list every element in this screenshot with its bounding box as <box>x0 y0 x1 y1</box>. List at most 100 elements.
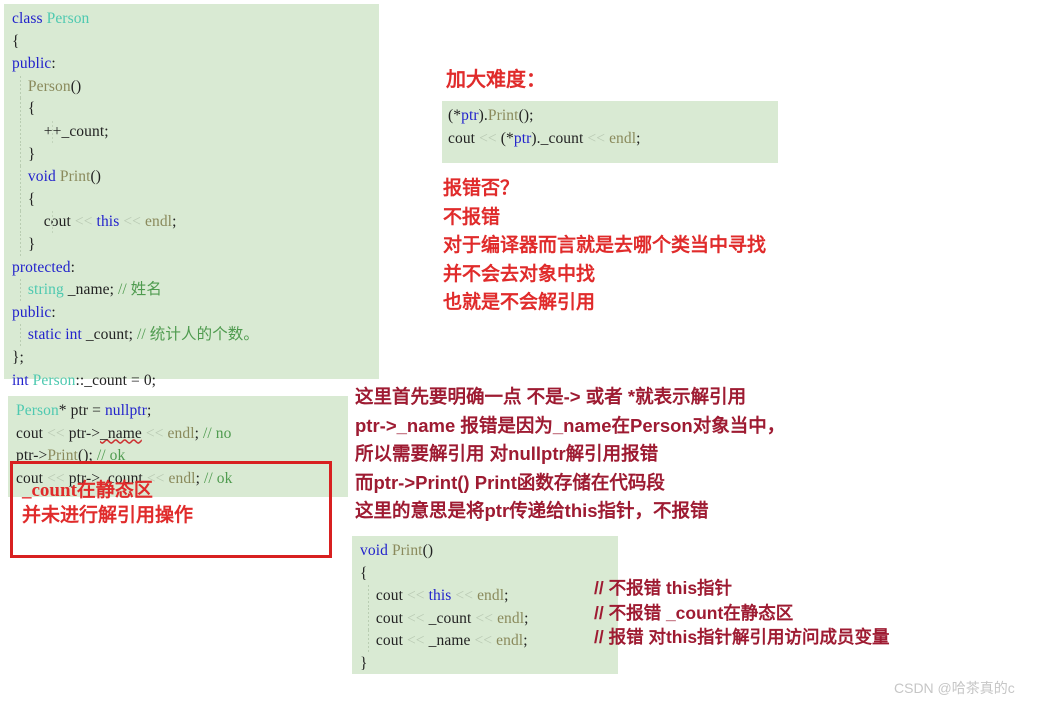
code-token: _name <box>428 632 475 650</box>
code-token: ::_count = 0; <box>75 371 157 389</box>
code-token: { <box>360 564 368 582</box>
code-line: void Print() <box>360 540 618 563</box>
code-token: // no <box>203 424 232 442</box>
code-token: } <box>360 654 368 672</box>
code-token: << <box>406 609 429 627</box>
code-token: endl <box>144 213 173 231</box>
compiler-question-notes: 报错否？ 不报错 对于编译器而言就是去哪个类当中寻找 并不会去对象中找 也就是不会解引用 <box>443 175 766 318</box>
harder-difficulty-title: 加大难度： <box>446 69 546 91</box>
code-token: ; <box>504 587 509 605</box>
code-line: protected: <box>12 257 379 280</box>
code-token: (); <box>518 107 534 124</box>
code-token: << <box>406 632 429 650</box>
code-token: _count <box>428 609 476 627</box>
code-token: this <box>428 587 452 605</box>
code-line: public: <box>12 53 379 76</box>
code-token: ; <box>172 213 177 231</box>
code-token: << <box>479 129 501 147</box>
annotation-line: 不报错 <box>443 206 501 228</box>
code-token: cout <box>360 632 407 650</box>
annotation-line: 并未进行解引用操作 <box>22 505 194 526</box>
code-line: { <box>12 98 379 121</box>
code-token: Print <box>59 168 91 186</box>
code-line: public: <box>12 302 379 325</box>
code-token: Person <box>32 371 76 389</box>
code-line: (*ptr).Print(); <box>448 105 778 128</box>
code-line: } <box>360 653 618 676</box>
code-line: ++_count; <box>12 120 379 144</box>
code-token: ptr-> <box>68 424 101 442</box>
code-token: Person <box>27 77 71 95</box>
annotation-line: _count在静态区 <box>22 480 153 501</box>
screenshot-canvas: class Person{public: Person() { ++_count… <box>0 0 1059 705</box>
code-token: ; <box>636 129 641 147</box>
annotation-line: // 不报错 _count在静态区 <box>594 602 794 623</box>
code-line: cout << ptr->_name << endl; // no <box>16 423 348 446</box>
code-token: ++_count; <box>12 122 109 140</box>
code-token: << <box>47 424 69 442</box>
code-token: endl <box>609 129 637 147</box>
code-token: endl <box>167 424 195 442</box>
code-token: Person <box>46 10 90 27</box>
code-line: { <box>360 563 618 586</box>
code-token: << <box>451 587 478 605</box>
code-token: ). <box>478 107 488 124</box>
code-token: // 姓名 <box>118 281 163 299</box>
code-token: }; <box>12 348 24 366</box>
code-token: cout <box>12 213 75 231</box>
code-token: << <box>406 587 429 605</box>
code-line: cout << this << endl; <box>360 585 618 608</box>
code-token: string <box>27 281 64 299</box>
code-token: nullptr <box>104 402 147 419</box>
code-token: ; <box>146 402 152 419</box>
code-token: ptr <box>513 129 532 147</box>
print-method-comments: // 不报错 this指针 // 不报错 _count在静态区 // 报错 对thi… <box>594 576 890 650</box>
code-line: void Print() <box>12 166 379 189</box>
annotation-line: 而ptr->Print() Print函数存储在代码段 <box>355 471 665 493</box>
count-static-note: _count在静态区并未进行解引用操作 <box>22 478 193 528</box>
code-token: << <box>74 213 97 231</box>
code-token: << <box>141 424 168 442</box>
annotation-line: 报错否？ <box>443 178 520 199</box>
code-token: (* <box>500 129 514 147</box>
code-token: { <box>12 32 20 50</box>
code-token: protected <box>12 258 71 276</box>
print-method-code-block: void Print(){ cout << this << endl; cout… <box>352 536 618 674</box>
code-token: cout <box>448 129 480 147</box>
code-token: endl <box>497 609 525 627</box>
code-token: << <box>475 609 498 627</box>
code-token: : <box>70 258 75 276</box>
code-token: class <box>12 10 47 27</box>
code-token: } <box>12 145 36 163</box>
code-token: Person <box>16 402 59 419</box>
code-line: Person* ptr = nullptr; <box>16 400 348 423</box>
code-token: _name <box>100 424 142 442</box>
code-line: }; <box>12 347 379 370</box>
code-token: endl <box>496 632 524 650</box>
code-line: { <box>12 188 379 212</box>
code-token: () <box>70 77 82 95</box>
annotation-line: 对于编译器而言就是去哪个类当中寻找 <box>443 235 767 256</box>
annotation-line: ptr->_name 报错是因为_name在Person对象当中， <box>355 414 786 436</box>
annotation-line: 这里的意思是将ptr传递给this指针，不报错 <box>355 500 709 521</box>
code-token: ; <box>194 424 203 442</box>
class-person-code-block: class Person{public: Person() { ++_count… <box>4 4 379 389</box>
code-token: << <box>587 129 610 147</box>
dereference-explanation-notes: 这里首先要明确一点 不是-> 或者 *就表示解引用 ptr->_name 报错是因… <box>355 383 785 526</box>
code-token: << <box>474 632 497 650</box>
code-line: static int _count; // 统计人的个数。 <box>12 324 379 347</box>
deref-print-code-block: (*ptr).Print(); cout << (*ptr)._count << … <box>442 101 778 163</box>
code-token: void <box>27 168 60 186</box>
code-line: { <box>12 31 379 54</box>
code-token: cout <box>360 609 407 627</box>
code-token: public <box>12 303 52 321</box>
code-token: { <box>12 100 36 118</box>
code-line: } <box>12 233 379 257</box>
code-line: string _name; // 姓名 <box>12 279 379 302</box>
code-token: (* <box>448 107 462 124</box>
code-line: int Person::_count = 0; <box>12 370 379 393</box>
annotation-line: 并不会去对象中找 <box>443 263 596 285</box>
